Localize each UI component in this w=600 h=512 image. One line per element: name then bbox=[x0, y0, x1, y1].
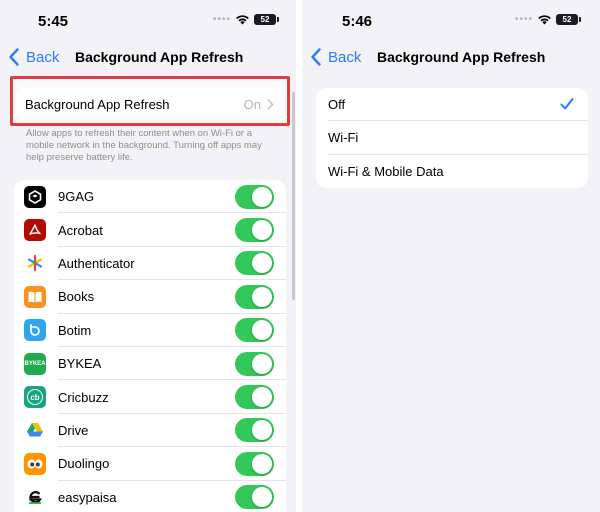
app-toggle-switch[interactable] bbox=[235, 385, 274, 410]
app-toggle-switch[interactable] bbox=[235, 218, 274, 243]
app-row-acrobat: Acrobat bbox=[14, 213, 286, 248]
back-label: Back bbox=[26, 48, 60, 66]
background-refresh-group: Background App Refresh On bbox=[14, 88, 286, 120]
app-row-drive: Drive bbox=[14, 414, 286, 448]
option-wifi[interactable]: Wi-Fi bbox=[316, 121, 588, 155]
app-name: Drive bbox=[58, 422, 89, 438]
app-row-easypaisa: easypaisa bbox=[14, 481, 286, 512]
app-toggle-switch[interactable] bbox=[235, 351, 274, 376]
app-toggle-switch[interactable] bbox=[235, 284, 274, 309]
wifi-icon bbox=[537, 14, 552, 25]
app-name: Cricbuzz bbox=[58, 389, 109, 405]
back-button[interactable]: Back bbox=[8, 48, 59, 66]
chevron-left-icon bbox=[9, 48, 19, 66]
option-label: Wi-Fi & Mobile Data bbox=[328, 163, 444, 179]
status-bar: 5:45 •••• 52 bbox=[0, 0, 296, 40]
cricbuzz-icon-text: cb bbox=[27, 389, 43, 406]
app-row-9gag: 9GAG bbox=[14, 180, 286, 214]
row-label: Background App Refresh bbox=[25, 96, 170, 112]
app-name: Botim bbox=[58, 322, 92, 338]
app-name: Acrobat bbox=[58, 222, 103, 238]
books-icon bbox=[24, 285, 46, 308]
cricbuzz-icon: cb bbox=[24, 386, 46, 409]
authenticator-icon bbox=[24, 252, 46, 275]
chevron-right-icon bbox=[267, 98, 274, 110]
page-title: Background App Refresh bbox=[377, 49, 546, 65]
option-wifi-mobile-data[interactable]: Wi-Fi & Mobile Data bbox=[316, 155, 588, 188]
app-toggle-switch[interactable] bbox=[235, 318, 274, 343]
bykea-icon: BYKEA bbox=[24, 352, 46, 375]
app-row-authenticator: Authenticator bbox=[14, 247, 286, 281]
duolingo-icon bbox=[24, 452, 46, 475]
app-name: Books bbox=[58, 289, 95, 305]
option-label: Wi-Fi bbox=[328, 130, 359, 146]
app-name: 9GAG bbox=[58, 189, 95, 205]
app-name: Duolingo bbox=[58, 456, 110, 472]
app-row-bykea: BYKEA BYKEA bbox=[14, 347, 286, 381]
easypaisa-icon bbox=[24, 486, 46, 509]
app-toggle-switch[interactable] bbox=[235, 251, 274, 276]
app-row-books: Books bbox=[14, 280, 286, 314]
app-row-botim: Botim bbox=[14, 314, 286, 348]
battery-icon: 52 bbox=[254, 14, 279, 25]
botim-icon bbox=[24, 319, 46, 342]
acrobat-icon bbox=[24, 219, 46, 242]
status-icons: •••• 52 bbox=[212, 14, 279, 25]
battery-icon: 52 bbox=[556, 14, 581, 25]
9gag-icon bbox=[24, 185, 46, 208]
status-time: 5:45 bbox=[38, 13, 69, 30]
refresh-options-list: Off Wi-Fi Wi-Fi & Mobile Data bbox=[316, 88, 588, 188]
app-toggle-switch[interactable] bbox=[235, 485, 274, 510]
app-row-duolingo: Duolingo bbox=[14, 447, 286, 481]
app-toggle-switch[interactable] bbox=[235, 418, 274, 443]
app-row-cricbuzz: cb Cricbuzz bbox=[14, 380, 286, 415]
app-name: BYKEA bbox=[58, 356, 102, 372]
back-button[interactable]: Back bbox=[310, 48, 361, 66]
row-value-text: On bbox=[243, 96, 261, 112]
option-label: Off bbox=[328, 97, 346, 113]
navigation-bar: Back Background App Refresh bbox=[0, 40, 296, 74]
navigation-bar: Back Background App Refresh bbox=[302, 40, 600, 74]
app-toggle-switch[interactable] bbox=[235, 451, 274, 476]
status-bar: 5:46 •••• 52 bbox=[302, 0, 600, 40]
scroll-indicator[interactable] bbox=[292, 92, 295, 300]
back-label: Back bbox=[328, 48, 362, 66]
background-app-refresh-row[interactable]: Background App Refresh On bbox=[14, 88, 286, 120]
settings-screen-left: 5:45 •••• 52 Back Background App Refresh… bbox=[0, 0, 296, 512]
status-time: 5:46 bbox=[342, 13, 373, 30]
cellular-signal-icon: •••• bbox=[514, 14, 533, 25]
drive-icon bbox=[24, 419, 46, 442]
option-off[interactable]: Off bbox=[316, 88, 588, 122]
page-title: Background App Refresh bbox=[75, 49, 244, 65]
wifi-icon bbox=[235, 14, 250, 25]
cellular-signal-icon: •••• bbox=[212, 14, 231, 25]
section-footnote: Allow apps to refresh their content when… bbox=[26, 128, 262, 163]
checkmark-icon bbox=[560, 98, 574, 110]
app-toggle-switch[interactable] bbox=[235, 184, 274, 209]
app-name: Authenticator bbox=[58, 255, 135, 271]
status-icons: •••• 52 bbox=[514, 14, 581, 25]
settings-screen-right: 5:46 •••• 52 Back Background App Refresh… bbox=[302, 0, 600, 512]
row-value: On bbox=[244, 97, 274, 112]
app-list: 9GAG Acrobat Authenticator Books Botim B… bbox=[14, 180, 286, 512]
chevron-left-icon bbox=[311, 48, 321, 66]
app-name: easypaisa bbox=[58, 489, 117, 505]
